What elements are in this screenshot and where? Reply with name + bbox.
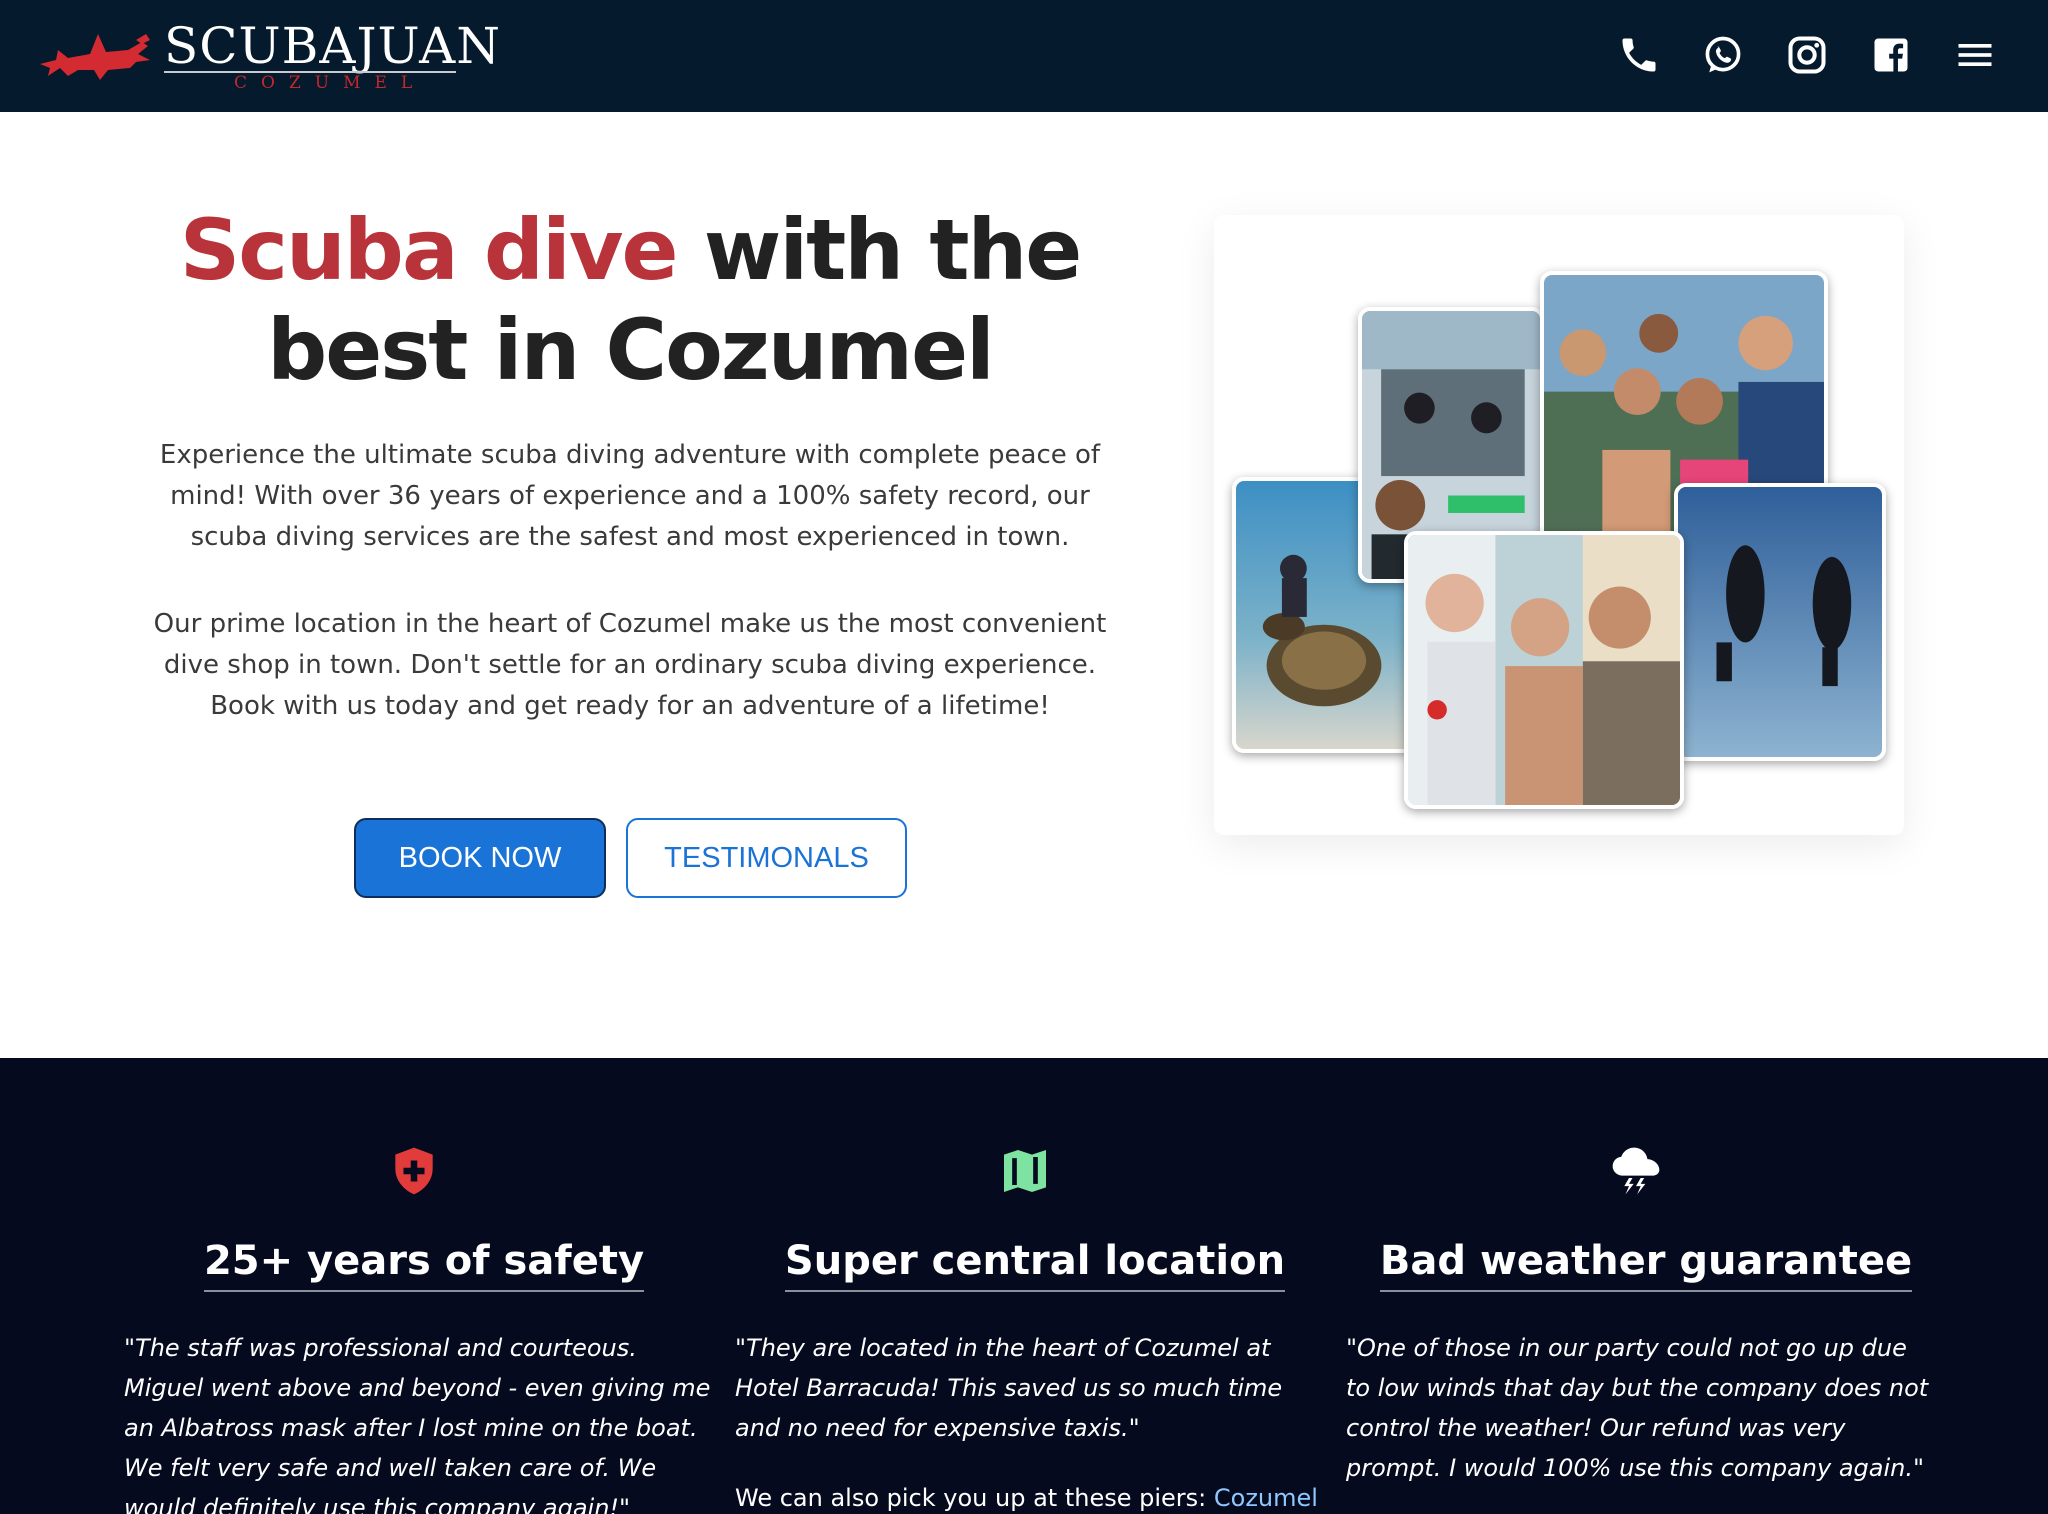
storm-cloud-icon [1608,1143,1664,1199]
photo-collage [1214,215,1904,835]
site-logo[interactable]: SCUBAJUAN COZUMEL [38,16,500,96]
testimonials-button[interactable]: TESTIMONALS [626,818,907,898]
feature-quote: "The staff was professional and courteou… [124,1334,711,1514]
phone-icon[interactable] [1617,33,1661,77]
photo-three-friends [1404,531,1684,809]
menu-icon[interactable] [1953,33,1997,77]
brand-name: SCUBAJUAN [164,17,502,75]
book-now-button[interactable]: BOOK NOW [354,818,606,898]
instagram-icon[interactable] [1785,33,1829,77]
pier-link[interactable]: Cozumel [1214,1484,1318,1512]
hammerhead-logo-icon [40,34,150,80]
hero-paragraph-experience: Experience the ultimate scuba diving adv… [159,440,1101,552]
photo-divers [1674,483,1886,761]
hero-title: Scuba dive with the best in Cozumel [130,200,1130,400]
facebook-icon[interactable] [1869,33,1913,77]
feature-title: Super central location [735,1236,1335,1292]
hero-title-accent: Scuba dive [179,201,679,299]
feature-pickup-text: We can also pick you up at these piers: … [735,1484,1318,1512]
feature-safety: 25+ years of safety "The staff was profe… [124,1058,724,1514]
site-header: SCUBAJUAN COZUMEL [0,0,2048,112]
feature-title: 25+ years of safety [124,1236,724,1292]
feature-quote: "They are located in the heart of Cozume… [735,1334,1283,1442]
feature-quote: "One of those in our party could not go … [1346,1334,1929,1482]
feature-title: Bad weather guarantee [1346,1236,1946,1292]
map-icon [997,1143,1053,1199]
feature-weather: Bad weather guarantee "One of those in o… [1346,1058,1946,1514]
whatsapp-icon[interactable] [1701,33,1745,77]
features-section: 25+ years of safety "The staff was profe… [0,1058,2048,1514]
brand-subtitle: COZUMEL [234,73,427,93]
feature-location: Super central location "They are located… [735,1058,1335,1514]
hero-paragraph-location: Our prime location in the heart of Cozum… [153,609,1107,721]
shield-plus-icon [386,1143,442,1199]
